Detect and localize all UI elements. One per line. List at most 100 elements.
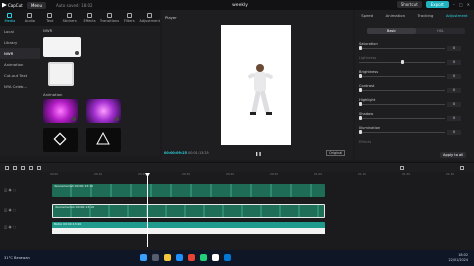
capcut-taskbar-icon[interactable]: [212, 254, 219, 261]
lightness-value[interactable]: 0: [447, 60, 461, 65]
brightness-control: Brightness 0: [359, 70, 469, 79]
download-icon[interactable]: [115, 117, 119, 121]
ratio-select[interactable]: Original: [326, 150, 346, 156]
diamond-pattern-icon: [53, 132, 67, 146]
shadow-value[interactable]: 0: [447, 116, 461, 121]
weather-widget[interactable]: 31°C Berawan: [4, 256, 30, 260]
chrome-icon[interactable]: [188, 254, 195, 261]
highlight-value[interactable]: 0: [447, 102, 461, 107]
playhead[interactable]: [147, 175, 148, 247]
section-nwr: NWR: [43, 28, 53, 33]
timeline-toolbar: [0, 162, 474, 172]
start-icon[interactable]: [140, 254, 147, 261]
illumination-value[interactable]: 0: [447, 130, 461, 135]
tab-audio[interactable]: Audio: [20, 10, 40, 26]
capcut-logo-icon: [2, 2, 7, 8]
text-icon: [47, 13, 53, 18]
tab-tracking[interactable]: Tracking: [418, 13, 434, 18]
delete-icon[interactable]: [37, 166, 41, 170]
contrast-slider[interactable]: [359, 88, 445, 92]
split-icon[interactable]: [29, 166, 33, 170]
select-tool-icon[interactable]: [5, 166, 9, 170]
nav-nya-celeb[interactable]: NYA Celeb...: [0, 81, 40, 92]
highlight-slider[interactable]: [359, 102, 445, 106]
export-button[interactable]: Export: [425, 1, 449, 8]
minimize-icon[interactable]: –: [453, 2, 455, 7]
apply-to-all-button[interactable]: Apply to all: [440, 152, 467, 158]
shadow-slider[interactable]: [359, 116, 445, 120]
nav-animation[interactable]: Animation: [0, 59, 40, 70]
slider-knob[interactable]: [359, 46, 362, 50]
slider-knob[interactable]: [359, 88, 362, 92]
main-track-clip[interactable]: BAKA 00:00:13:20: [52, 222, 325, 234]
download-icon[interactable]: [75, 51, 79, 55]
video-clip[interactable]: dancemeirah 00:00:13:19: [52, 184, 325, 197]
brightness-slider[interactable]: [359, 74, 445, 78]
illumination-slider[interactable]: [359, 130, 445, 134]
maximize-icon[interactable]: □: [459, 2, 463, 7]
play-pause-icon[interactable]: ❚❚: [255, 151, 262, 156]
saturation-slider[interactable]: [359, 46, 445, 50]
shadow-control: Shadow 0: [359, 112, 469, 121]
tab-adjustment-inspector[interactable]: Adjustment: [446, 13, 468, 18]
media-thumbnail[interactable]: [86, 128, 121, 152]
media-icon: [7, 13, 13, 18]
download-icon[interactable]: [72, 117, 76, 121]
media-thumbnail[interactable]: [43, 37, 81, 57]
brightness-value[interactable]: 0: [447, 74, 461, 79]
track-header[interactable]: ◫ ◉ ◌: [4, 208, 16, 212]
video-clip-selected[interactable]: dancemeirah 00:00:13:19: [52, 204, 325, 218]
browser-icon[interactable]: [176, 254, 183, 261]
tab-text[interactable]: Text: [40, 10, 60, 26]
shortcut-button[interactable]: Shortcut: [396, 1, 422, 8]
player-timecode: 00:00:09:25 00:01:13:25: [164, 151, 209, 155]
saturation-value[interactable]: 0: [447, 46, 461, 51]
system-clock[interactable]: 18:02 22/01/2024: [448, 253, 468, 263]
redo-icon[interactable]: [21, 166, 25, 170]
media-grid: NWR Animation: [40, 26, 160, 156]
autosave-status: Auto saved: 18:02: [55, 2, 93, 8]
store-icon[interactable]: [224, 254, 231, 261]
lightness-control: Lightness 0: [359, 56, 469, 65]
slider-knob[interactable]: [359, 102, 362, 106]
media-thumbnail[interactable]: [43, 99, 78, 123]
clip-waveform: [52, 228, 325, 234]
segment-basic[interactable]: Basic: [367, 28, 416, 34]
section-animation: Animation: [43, 92, 63, 97]
media-thumbnail[interactable]: [48, 62, 74, 86]
nav-nwr[interactable]: NWR: [0, 48, 40, 59]
media-thumbnail[interactable]: [43, 128, 78, 152]
media-thumbnail[interactable]: [86, 99, 121, 123]
track-header[interactable]: ◫ ◉ ◌: [4, 225, 16, 229]
slider-knob[interactable]: [359, 130, 362, 134]
nav-cutout-text[interactable]: Cut-out Text: [0, 70, 40, 81]
tab-adjustment[interactable]: Adjustment: [139, 10, 160, 26]
menu-button[interactable]: Menu: [27, 1, 46, 9]
search-icon[interactable]: [152, 254, 159, 261]
tab-speed[interactable]: Speed: [361, 13, 373, 18]
slider-knob[interactable]: [359, 116, 362, 120]
slider-knob[interactable]: [359, 74, 362, 78]
adjust-mode-switch: Basic HSL: [367, 28, 465, 34]
lightness-slider[interactable]: [359, 60, 445, 64]
inspector-panel: Speed Animation Tracking Adjustment Basi…: [355, 10, 474, 160]
slider-knob[interactable]: [401, 60, 404, 64]
nav-library[interactable]: Library: [0, 37, 40, 48]
tab-media[interactable]: Media: [0, 10, 20, 26]
track-header[interactable]: ◫ ◉ ◌: [4, 188, 16, 192]
tab-stickers[interactable]: Stickers: [60, 10, 80, 26]
tab-effects[interactable]: Effects: [80, 10, 100, 26]
nav-local[interactable]: Local: [0, 26, 40, 37]
zoom-out-icon[interactable]: [400, 166, 404, 170]
tab-animation[interactable]: Animation: [386, 13, 405, 18]
tab-transitions[interactable]: Transitions: [100, 10, 120, 26]
undo-icon[interactable]: [13, 166, 17, 170]
zoom-in-icon[interactable]: [460, 166, 464, 170]
folder-icon[interactable]: [164, 254, 171, 261]
effects-icon: [87, 13, 93, 18]
close-icon[interactable]: ✕: [467, 2, 470, 7]
tab-filters[interactable]: Filters: [119, 10, 139, 26]
whatsapp-icon[interactable]: [200, 254, 207, 261]
segment-hsl[interactable]: HSL: [416, 28, 465, 34]
contrast-value[interactable]: 0: [447, 88, 461, 93]
